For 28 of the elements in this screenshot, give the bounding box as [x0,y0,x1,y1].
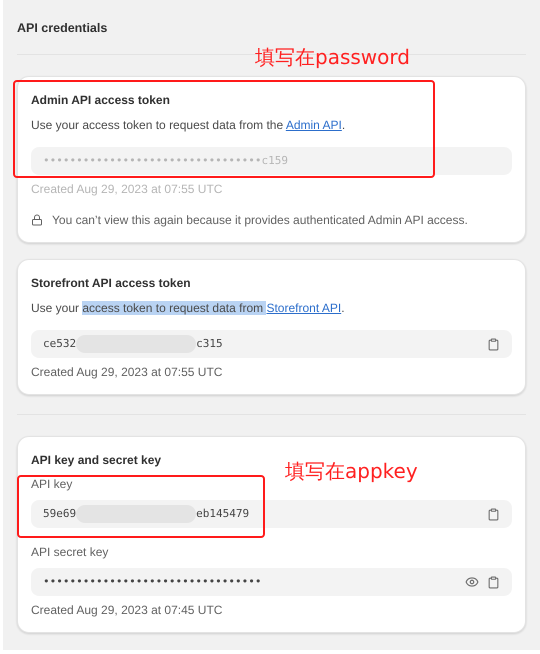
field-label: API secret key [31,544,108,560]
token-field[interactable]: ce532 c315 [31,330,512,358]
annotation-text: 填写在appkey [285,458,418,485]
token-value: ce532 [43,336,76,352]
card-description: Use your access token to request data from the Admin API. [31,117,346,133]
show-icon[interactable] [465,575,479,589]
card-description: Use your access token to request data from Storefront API. [31,300,346,316]
token-value: eb145479 [196,506,250,522]
lock-icon [31,214,43,226]
copy-icon[interactable] [487,338,500,350]
card-title: API key and secret key [31,452,162,468]
token-value: ••••••••••••••••••••••••••••••••• [43,574,262,590]
info-note: You can’t view this again because it provides authenticated Admin API access. [52,212,468,228]
token-value: c315 [196,336,223,352]
api-link[interactable]: Storefront API [266,301,342,315]
token-value: 59e69 [43,506,76,522]
token-field[interactable]: 59e69 eb145479 [31,500,512,528]
token-field[interactable]: ••••••••••••••••••••••••••••••••• [31,568,512,596]
copy-icon[interactable] [487,576,500,588]
created-date: Created Aug 29, 2023 at 07:45 UTC [31,602,224,618]
token-value: •••••••••••••••••••••••••••••••••c159 [43,153,288,169]
created-date: Created Aug 29, 2023 at 07:55 UTC [31,181,224,197]
copy-icon[interactable] [487,508,500,520]
field-label: API key [31,476,72,492]
api-link[interactable]: Admin API [286,118,342,132]
card-title: Admin API access token [31,92,171,108]
created-date: Created Aug 29, 2023 at 07:55 UTC [31,364,224,380]
card-title: Storefront API access token [31,275,192,291]
